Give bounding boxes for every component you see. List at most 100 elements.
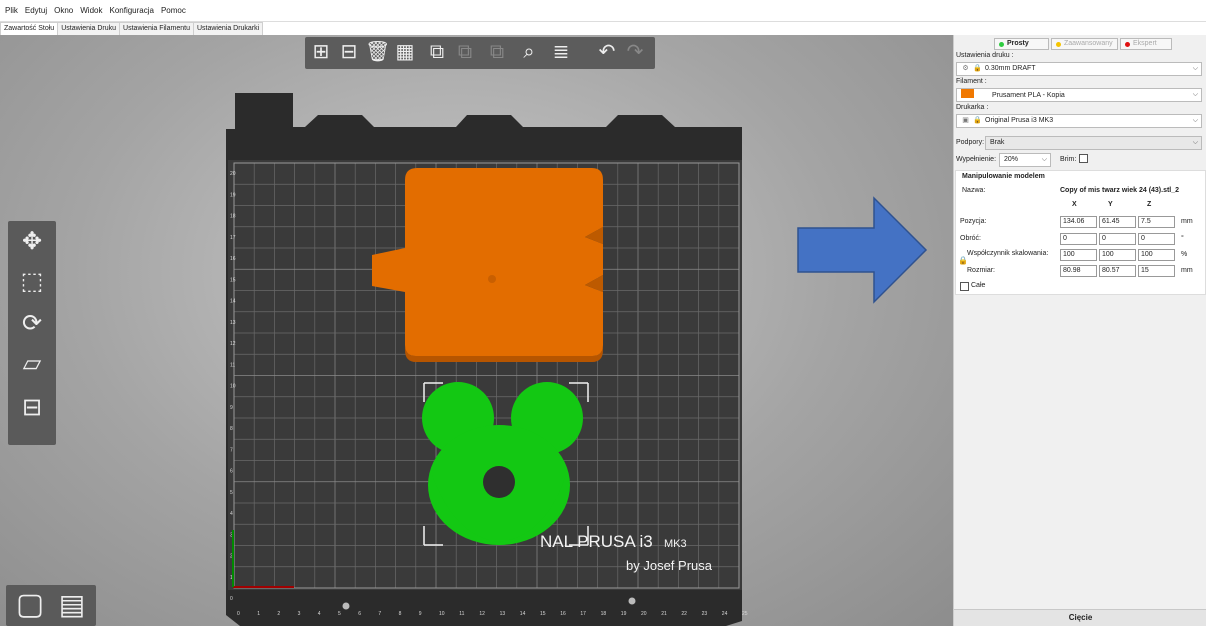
tab-plater[interactable]: Zawartość Stołu <box>0 22 59 35</box>
rotate-x-input[interactable]: 0 <box>1060 233 1097 245</box>
bed-y-tick: 20 <box>230 171 236 177</box>
main-tabs: Zawartość Stołu Ustawienia Druku Ustawie… <box>0 22 264 35</box>
rotate-unit: ° <box>1181 235 1184 242</box>
place-on-face-icon[interactable]: ▱ <box>12 345 52 383</box>
bed-x-tick: 19 <box>621 611 627 617</box>
bed-x-tick: 16 <box>560 611 566 617</box>
position-x-input[interactable]: 134.06 <box>1060 216 1097 228</box>
copy-icon[interactable]: ⧉ <box>425 40 449 64</box>
logo-main: NAL PRUSA i3 <box>540 532 653 551</box>
supports-combo[interactable]: Brak ⌵ <box>985 136 1202 150</box>
menu-file[interactable]: Plik <box>5 6 18 15</box>
printer-icon: ▣ <box>962 117 969 124</box>
scale-x-input[interactable]: 100 <box>1060 249 1097 261</box>
mode-expert-button[interactable]: Ekspert <box>1120 38 1172 50</box>
bed-x-tick: 3 <box>298 611 301 617</box>
bed-y-tick: 6 <box>230 469 233 475</box>
scale-y-input[interactable]: 100 <box>1099 249 1136 261</box>
bed-y-tick: 14 <box>230 299 236 305</box>
scale-lock-icon[interactable]: 🔒 <box>958 256 968 265</box>
supports-label: Podpory: <box>956 139 985 146</box>
print-settings-combo[interactable]: ⚙ 🔒 0.30mm DRAFT ⌵ <box>956 62 1202 76</box>
filament-color-swatch[interactable] <box>961 89 974 98</box>
brim-checkbox[interactable] <box>1079 154 1088 163</box>
red-dot-icon <box>1125 42 1130 47</box>
scale-unit: % <box>1181 251 1188 258</box>
undo-icon[interactable]: ↶ <box>595 40 619 64</box>
rotate-y-input[interactable]: 0 <box>1099 233 1136 245</box>
3d-viewport[interactable]: 0 1 2 3 4 5 6 7 8 9 10 11 12 13 14 15 16 17 18 19 20 21 22 23 24… <box>0 35 953 626</box>
whole-checkbox[interactable] <box>960 282 969 291</box>
manip-title: Manipulowanie modelem <box>962 173 1045 180</box>
bed-y-tick: 10 <box>230 384 236 390</box>
tab-filament-settings[interactable]: Ustawienia Filamentu <box>119 22 194 35</box>
filament-combo[interactable]: Prusament PLA - Kopia ⌵ <box>956 88 1202 102</box>
bed-y-tick: 17 <box>230 235 236 241</box>
bed-y-tick: 13 <box>230 320 236 326</box>
gizmo-toolbar: ✥ ⬚ ⟳ ▱ ⊟ <box>8 221 56 445</box>
rotate-z-input[interactable]: 0 <box>1138 233 1175 245</box>
tab-print-settings[interactable]: Ustawienia Druku <box>57 22 121 35</box>
orange-model[interactable] <box>372 168 603 362</box>
search-icon[interactable]: ⌕ <box>517 40 541 64</box>
print-settings-label: Ustawienia druku : <box>956 52 1014 59</box>
arrange-icon[interactable]: ▦ <box>393 40 417 64</box>
position-y-input[interactable]: 61.45 <box>1099 216 1136 228</box>
position-z-input[interactable]: 7.5 <box>1138 216 1175 228</box>
object-name: Copy of mis twarz wiek 24 (43).stl_2 <box>1060 187 1180 194</box>
paste-icon[interactable]: ⧉ <box>453 40 477 64</box>
preview-layers-icon[interactable]: ▤ <box>52 587 92 623</box>
menu-configuration[interactable]: Konfiguracja <box>109 6 153 15</box>
infill-combo[interactable]: 20% ⌵ <box>999 153 1051 167</box>
bed-y-tick: 18 <box>230 214 236 220</box>
3d-view-icon[interactable]: ▢ <box>10 587 50 623</box>
green-dot-icon <box>999 42 1004 47</box>
bed-x-tick: 14 <box>520 611 526 617</box>
tab-printer-settings[interactable]: Ustawienia Drukarki <box>192 22 264 35</box>
delete-icon[interactable]: ⊟ <box>337 40 361 64</box>
bed-x-tick: 13 <box>500 611 506 617</box>
bed-y-tick: 5 <box>230 490 233 496</box>
bed-y-tick: 19 <box>230 192 236 198</box>
col-y-header: Y <box>1108 201 1113 208</box>
bed-x-tick: 10 <box>439 611 445 617</box>
bed-y-tick: 11 <box>230 362 235 368</box>
top-toolbar: ⊞ ⊟ 🗑 ▦ ⧉ ⧉ ⧉ ⌕ ≣ ↶ ↷ <box>305 37 655 69</box>
col-z-header: Z <box>1147 201 1152 208</box>
bed-y-tick: 8 <box>230 426 233 432</box>
layers-editing-icon[interactable]: ≣ <box>549 40 573 64</box>
printer-label: Drukarka : <box>956 104 989 111</box>
add-object-icon[interactable]: ⊞ <box>309 40 333 64</box>
move-icon[interactable]: ✥ <box>12 223 52 261</box>
bed-x-tick: 6 <box>358 611 361 617</box>
bed-x-tick: 5 <box>338 611 341 617</box>
bed-x-tick: 22 <box>681 611 687 617</box>
size-z-input[interactable]: 15 <box>1138 265 1175 277</box>
annotation-arrow <box>797 196 928 304</box>
size-y-input[interactable]: 80.57 <box>1099 265 1136 277</box>
rotate-icon[interactable]: ⟳ <box>12 305 52 343</box>
right-sidebar: Prosty Zaawansowany Ekspert Ustawienia d… <box>953 35 1206 626</box>
bed-x-tick: 4 <box>318 611 321 617</box>
position-label: Pozycja: <box>960 218 987 225</box>
lock-icon: 🔒 <box>973 65 982 72</box>
menu-edit[interactable]: Edytuj <box>25 6 47 15</box>
cut-icon[interactable]: ⊟ <box>12 389 52 427</box>
printer-combo[interactable]: ▣ 🔒 Original Prusa i3 MK3 ⌵ <box>956 114 1202 128</box>
redo-icon[interactable]: ↷ <box>623 40 647 64</box>
size-x-input[interactable]: 80.98 <box>1060 265 1097 277</box>
scale-icon[interactable]: ⬚ <box>12 263 52 301</box>
slice-button[interactable]: Cięcie <box>954 609 1206 626</box>
menu-window[interactable]: Okno <box>54 6 73 15</box>
gear-icon: ⚙ <box>962 65 969 72</box>
delete-all-icon[interactable]: 🗑 <box>365 40 390 64</box>
add-instance-icon[interactable]: ⧉ <box>485 40 509 64</box>
bed-x-tick: 9 <box>419 611 422 617</box>
menu-help[interactable]: Pomoc <box>161 6 186 15</box>
menu-view[interactable]: Widok <box>80 6 102 15</box>
mode-simple-button[interactable]: Prosty <box>994 38 1049 50</box>
mode-advanced-button[interactable]: Zaawansowany <box>1051 38 1118 50</box>
scale-z-input[interactable]: 100 <box>1138 249 1175 261</box>
filament-label: Filament : <box>956 78 987 85</box>
chevron-down-icon: ⌵ <box>1192 139 1198 146</box>
